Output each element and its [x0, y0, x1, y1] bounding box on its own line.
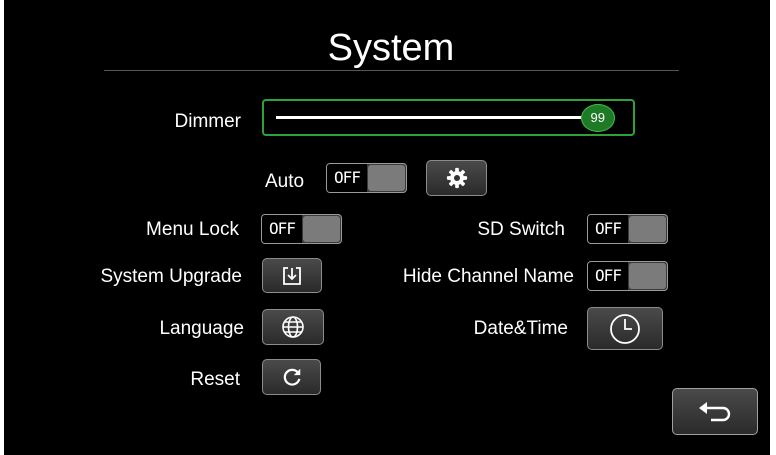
auto-label: Auto: [265, 171, 305, 192]
sd-switch-label: SD Switch: [477, 219, 565, 240]
system-upgrade-button[interactable]: [262, 258, 322, 293]
dimmer-track[interactable]: [276, 116, 596, 119]
back-arrow-icon: [699, 401, 731, 421]
hide-channel-name-toggle-thumb: [629, 263, 666, 289]
dimmer-handle[interactable]: 99: [580, 104, 615, 132]
menu-lock-toggle-text: OFF: [262, 215, 302, 243]
menu-lock-toggle[interactable]: OFF: [261, 214, 342, 244]
dimmer-label: Dimmer: [174, 111, 242, 132]
gear-icon: [446, 167, 467, 189]
sd-switch-toggle[interactable]: OFF: [587, 214, 668, 244]
auto-settings-button[interactable]: [426, 160, 487, 196]
date-time-label: Date&Time: [473, 318, 568, 339]
menu-lock-toggle-thumb: [303, 216, 340, 242]
hide-channel-name-toggle[interactable]: OFF: [587, 261, 668, 291]
hide-channel-name-label: Hide Channel Name: [402, 266, 574, 287]
globe-icon: [282, 316, 304, 338]
title-divider: [104, 70, 679, 71]
sd-switch-toggle-thumb: [629, 216, 666, 242]
date-time-button[interactable]: [587, 307, 663, 350]
sd-switch-toggle-text: OFF: [588, 215, 628, 243]
language-label: Language: [159, 318, 244, 339]
auto-toggle[interactable]: OFF: [326, 163, 407, 193]
download-icon: [283, 266, 301, 285]
reset-label: Reset: [190, 369, 240, 390]
system-upgrade-label: System Upgrade: [100, 266, 242, 287]
page-title: System: [327, 27, 455, 69]
auto-toggle-thumb: [368, 165, 405, 191]
refresh-icon: [283, 368, 300, 386]
auto-toggle-text: OFF: [327, 164, 367, 192]
menu-lock-label: Menu Lock: [146, 219, 239, 240]
hide-channel-name-toggle-text: OFF: [588, 262, 628, 290]
reset-button[interactable]: [262, 359, 321, 395]
back-button[interactable]: [672, 388, 758, 435]
clock-icon: [610, 313, 640, 344]
language-button[interactable]: [262, 309, 324, 345]
